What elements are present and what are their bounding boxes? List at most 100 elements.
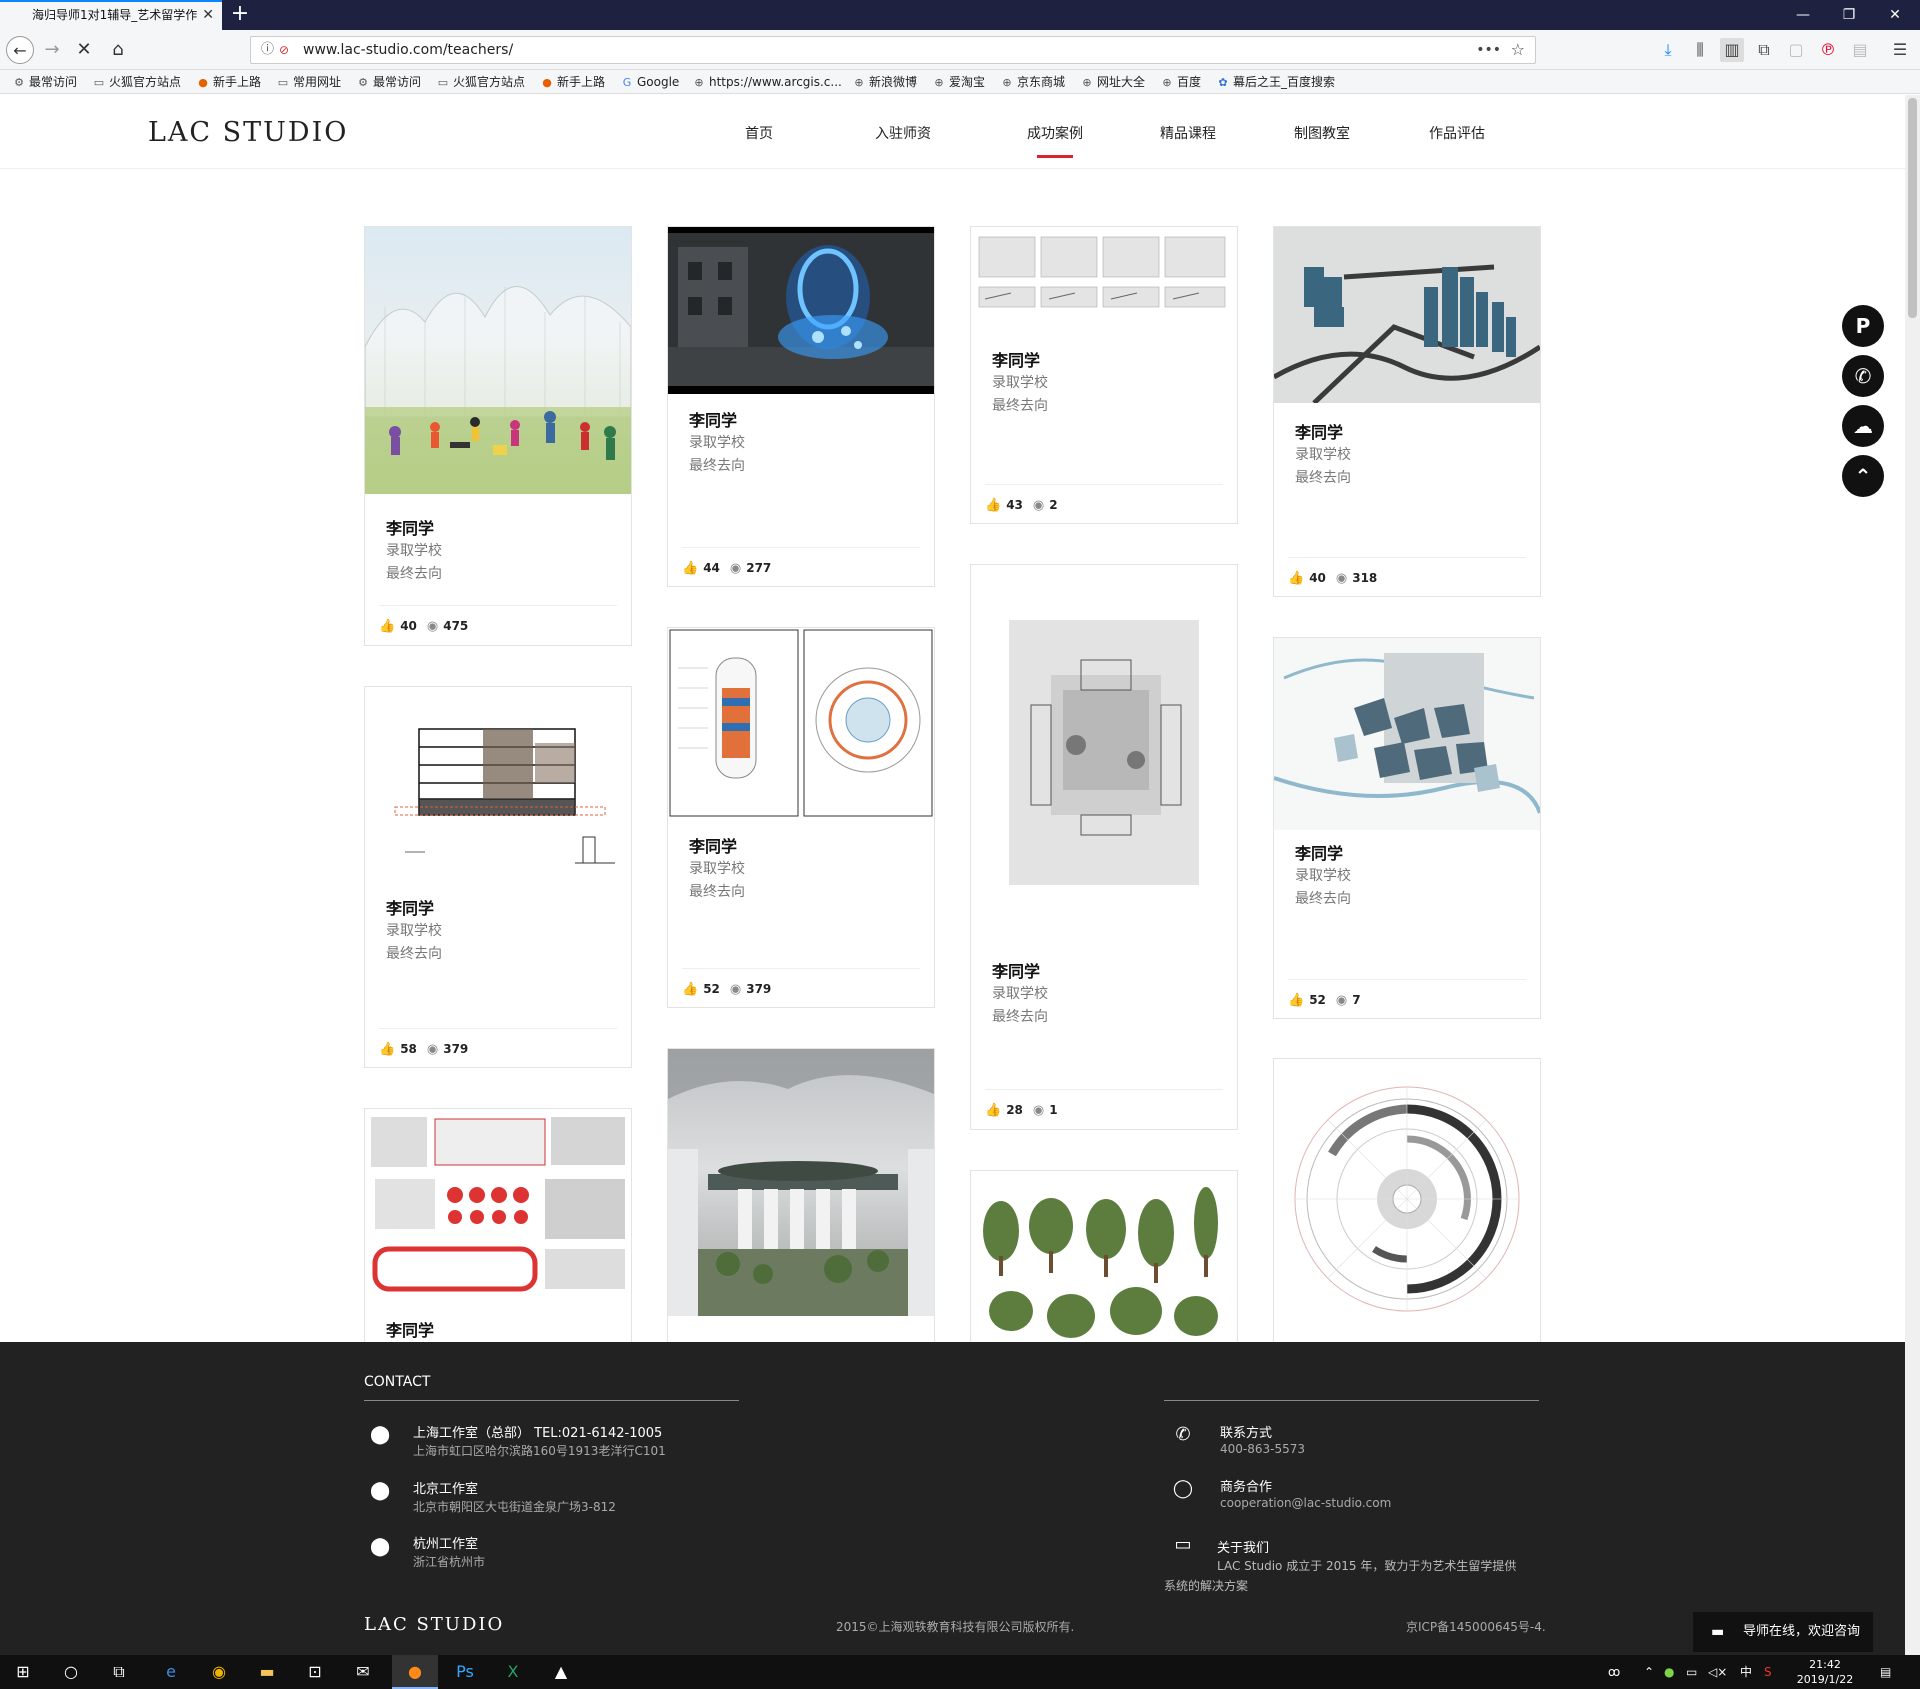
people-icon[interactable]: ꝏ — [1608, 1655, 1620, 1689]
chrome-icon[interactable]: ◉ — [196, 1655, 242, 1689]
new-tab-button[interactable]: + — [230, 0, 250, 30]
case-card[interactable] — [667, 1048, 935, 1348]
forward-button[interactable]: → — [38, 36, 66, 64]
pinterest-extension-icon[interactable]: ℗ — [1816, 38, 1840, 62]
mail-icon[interactable]: ✉ — [340, 1655, 386, 1689]
like-icon[interactable]: 👍 — [1288, 993, 1304, 1008]
bookmark-item[interactable]: ● 新手上路 — [540, 70, 605, 94]
bookmark-item[interactable]: ● 新手上路 — [196, 70, 261, 94]
store-icon[interactable]: ⊡ — [292, 1655, 338, 1689]
sogou-icon[interactable]: S — [1764, 1655, 1772, 1689]
photos-icon[interactable]: ▲ — [538, 1655, 584, 1689]
tray-overflow-icon[interactable]: ⌃ — [1644, 1655, 1654, 1689]
scrollbar-thumb[interactable] — [1908, 98, 1917, 318]
site-logo[interactable]: LAC STUDIO — [148, 117, 348, 148]
system-clock[interactable]: 21:42 2019/1/22 — [1780, 1657, 1870, 1687]
firefox-taskbar-icon[interactable]: ● — [392, 1655, 438, 1689]
excel-icon[interactable]: X — [490, 1655, 536, 1689]
like-icon[interactable]: 👍 — [682, 561, 698, 576]
bookmark-item[interactable]: ⊕ 百度 — [1160, 70, 1201, 94]
tab-close-icon[interactable]: ✕ — [202, 2, 214, 29]
case-card[interactable]: 李同学 录取学校 最终去向 👍 44 ◉ 277 — [667, 226, 935, 587]
nav-home[interactable]: 首页 — [699, 123, 819, 143]
card-stats: 👍 52 ◉ 379 — [682, 982, 771, 997]
windows-start-icon[interactable]: ⊞ — [0, 1655, 46, 1689]
bookmark-item[interactable]: ⊕ 京东商城 — [1000, 70, 1065, 94]
icp-number[interactable]: 京ICP备145000645号-4. — [1406, 1618, 1546, 1635]
back-button[interactable]: ← — [6, 36, 34, 64]
edge-icon[interactable]: e — [148, 1655, 194, 1689]
bookmark-star-icon[interactable]: ☆ — [1511, 37, 1525, 63]
notification-icon[interactable]: ▤ — [1880, 1655, 1891, 1689]
case-card[interactable]: 李同学 录取学校 最终去向 👍 43 ◉ 2 — [970, 226, 1238, 524]
pdf-extension-icon[interactable]: ▤ — [1848, 38, 1872, 62]
close-window-button[interactable]: ✕ — [1872, 0, 1918, 30]
bookmark-item[interactable]: ⚙ 最常访问 — [12, 70, 77, 94]
like-icon[interactable]: 👍 — [682, 982, 698, 997]
like-icon[interactable]: 👍 — [985, 1103, 1001, 1118]
library-icon[interactable]: ⫼ — [1688, 38, 1712, 62]
pinterest-icon[interactable]: P — [1842, 305, 1884, 347]
menu-icon[interactable]: ☰ — [1888, 38, 1912, 62]
bookmark-item[interactable]: ▭ 火狐官方站点 — [436, 70, 525, 94]
online-chat-button[interactable]: ▬ 导师在线，欢迎咨询 — [1693, 1612, 1873, 1652]
biz-email[interactable]: cooperation@lac-studio.com — [1220, 1496, 1391, 1510]
bookmark-item[interactable]: ⊕ 爱淘宝 — [932, 70, 985, 94]
phone-icon[interactable]: ✆ — [1842, 355, 1884, 397]
download-icon[interactable]: ⤓ — [1656, 38, 1680, 62]
nav-drawing-class[interactable]: 制图教室 — [1262, 123, 1382, 143]
bookmark-item[interactable]: ⊕ 网址大全 — [1080, 70, 1145, 94]
bookmark-item[interactable]: ⊕ https://www.arcgis.c... — [692, 70, 841, 94]
restore-button[interactable]: ❐ — [1826, 0, 1872, 30]
cloud-upload-icon[interactable]: ☁ — [1842, 405, 1884, 447]
case-card[interactable]: 李同学 录取学校 最终去向 👍 28 ◉ 1 — [970, 564, 1238, 1130]
case-card[interactable] — [970, 1170, 1238, 1348]
nav-portfolio-review[interactable]: 作品评估 — [1397, 123, 1517, 143]
minimize-button[interactable]: — — [1780, 0, 1826, 30]
bookmark-item[interactable]: ▭ 常用网址 — [276, 70, 341, 94]
photoshop-icon[interactable]: Ps — [442, 1655, 488, 1689]
extension-icon[interactable]: ▢ — [1784, 38, 1808, 62]
insecure-lock-icon: ⊘ — [279, 43, 290, 57]
info-icon[interactable]: ⓘ — [261, 37, 274, 63]
case-card[interactable] — [1273, 1058, 1541, 1348]
back-to-top-icon[interactable]: ⌃ — [1842, 455, 1884, 497]
url-bar[interactable]: ⓘ ⊘ www.lac-studio.com/teachers/ ••• ☆ — [250, 36, 1536, 64]
bookmark-item[interactable]: ⚙ 最常访问 — [356, 70, 421, 94]
stop-loading-button[interactable]: ✕ — [70, 36, 98, 64]
case-image — [1274, 264, 1540, 403]
file-explorer-icon[interactable]: ▬ — [244, 1655, 290, 1689]
case-card[interactable]: 李同学 录取学校 最终去向 👍 40 ◉ 318 — [1273, 226, 1541, 597]
more-actions-icon[interactable]: ••• — [1476, 37, 1501, 63]
nav-success-cases[interactable]: 成功案例 — [995, 123, 1115, 158]
nav-teachers[interactable]: 入驻师资 — [843, 123, 963, 143]
screenshot-icon[interactable]: ⧉ — [1752, 38, 1776, 62]
battery-icon[interactable]: ▭ — [1686, 1655, 1697, 1689]
case-card[interactable]: 李同学 录取学校 最终去向 👍 40 ◉ 475 — [364, 226, 632, 646]
bookmark-item[interactable]: ▭ 火狐官方站点 — [92, 70, 181, 94]
ime-indicator[interactable]: 中 — [1740, 1655, 1752, 1689]
case-image — [978, 236, 1226, 308]
browser-tab[interactable]: 海归导师1对1辅导_艺术留学作 ✕ — [0, 0, 222, 30]
scrollbar-track[interactable] — [1905, 95, 1920, 1655]
like-icon[interactable]: 👍 — [379, 1042, 395, 1057]
volume-muted-icon[interactable]: ◁× — [1708, 1655, 1727, 1689]
view-count: 379 — [443, 1042, 469, 1056]
contact-phone[interactable]: 400-863-5573 — [1220, 1442, 1305, 1456]
nav-courses[interactable]: 精品课程 — [1128, 123, 1248, 143]
case-card[interactable]: 李同学 录取学校 最终去向 👍 52 ◉ 7 — [1273, 637, 1541, 1019]
bookmark-item[interactable]: ✿ 幕后之王_百度搜索 — [1216, 70, 1335, 94]
case-card[interactable]: 李同学 — [364, 1108, 632, 1348]
case-card[interactable]: 李同学 录取学校 最终去向 👍 52 ◉ 379 — [667, 627, 935, 1008]
like-icon[interactable]: 👍 — [379, 619, 395, 634]
tray-app-icon[interactable]: ● — [1664, 1655, 1674, 1689]
sidebar-icon[interactable]: ▥ — [1720, 38, 1744, 62]
task-view-icon[interactable]: ⧉ — [96, 1655, 142, 1689]
bookmark-item[interactable]: G Google — [620, 70, 680, 94]
case-card[interactable]: 李同学 录取学校 最终去向 👍 58 ◉ 379 — [364, 686, 632, 1068]
like-icon[interactable]: 👍 — [985, 498, 1001, 513]
home-button[interactable]: ⌂ — [104, 36, 132, 64]
bookmark-item[interactable]: ⊕ 新浪微博 — [852, 70, 917, 94]
like-icon[interactable]: 👍 — [1288, 571, 1304, 586]
search-icon[interactable]: ○ — [48, 1655, 94, 1689]
